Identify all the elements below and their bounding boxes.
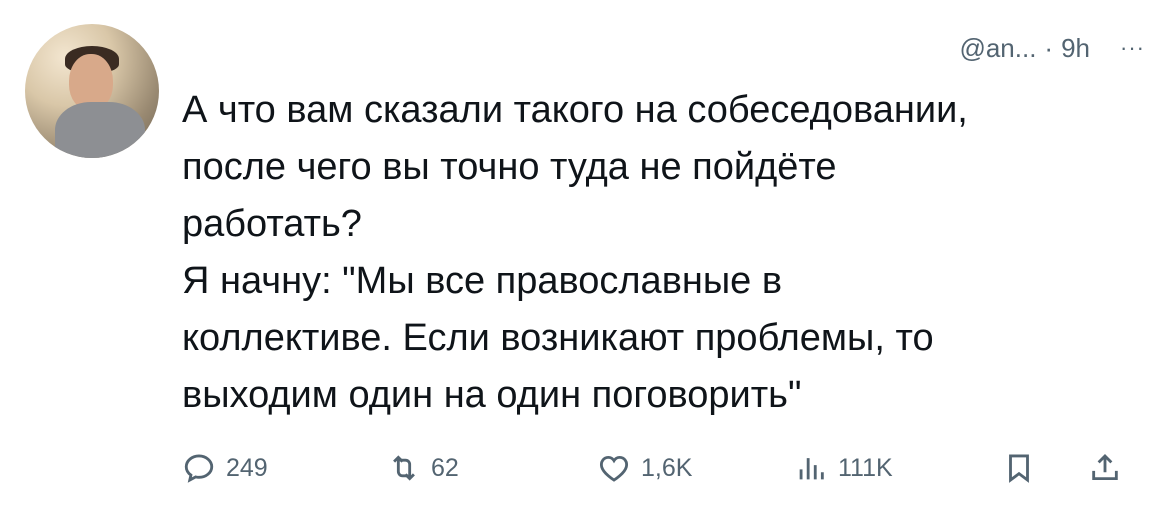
tweet-line: выходим один на один поговорить" <box>182 374 802 416</box>
tweet-line: работать? <box>182 203 362 245</box>
retweet-count: 62 <box>431 453 459 482</box>
more-options-icon[interactable]: ··· <box>1120 35 1145 61</box>
tweet-time[interactable]: 9h <box>1061 33 1090 64</box>
tweet-line: А что вам сказали такого на собеседовани… <box>182 89 968 131</box>
like-count: 1,6K <box>641 453 693 482</box>
views-count: 111K <box>838 453 893 482</box>
heart-icon <box>599 455 629 482</box>
retweet-icon <box>393 455 415 481</box>
avatar-shirt <box>55 102 145 158</box>
tweet-line: Я начну: "Мы все православные в <box>182 260 783 302</box>
share-button[interactable] <box>1088 451 1122 485</box>
header-separator: · <box>1044 32 1054 63</box>
avatar[interactable] <box>25 24 159 158</box>
bookmark-icon <box>1009 454 1029 483</box>
reply-icon <box>184 454 214 483</box>
reply-button[interactable]: 249 <box>182 451 268 485</box>
tweet-line: коллективе. Если возникают проблемы, то <box>182 317 934 359</box>
tweet-text: А что вам сказали такого на собеседовани… <box>182 82 1147 424</box>
user-handle[interactable]: @an... <box>959 33 1036 64</box>
bookmark-button[interactable] <box>1002 451 1036 485</box>
retweet-button[interactable]: 62 <box>387 451 459 485</box>
share-icon <box>1092 453 1118 481</box>
reply-count: 249 <box>226 453 268 482</box>
tweet-line: после чего вы точно туда не пойдёте <box>182 146 837 188</box>
action-bar: 249 62 1,6K 111K <box>182 444 1142 492</box>
tweet-header: @an... · 9h ··· <box>959 33 1145 63</box>
views-icon <box>799 458 824 480</box>
like-button[interactable]: 1,6K <box>597 451 692 485</box>
views-button[interactable]: 111K <box>794 451 893 485</box>
